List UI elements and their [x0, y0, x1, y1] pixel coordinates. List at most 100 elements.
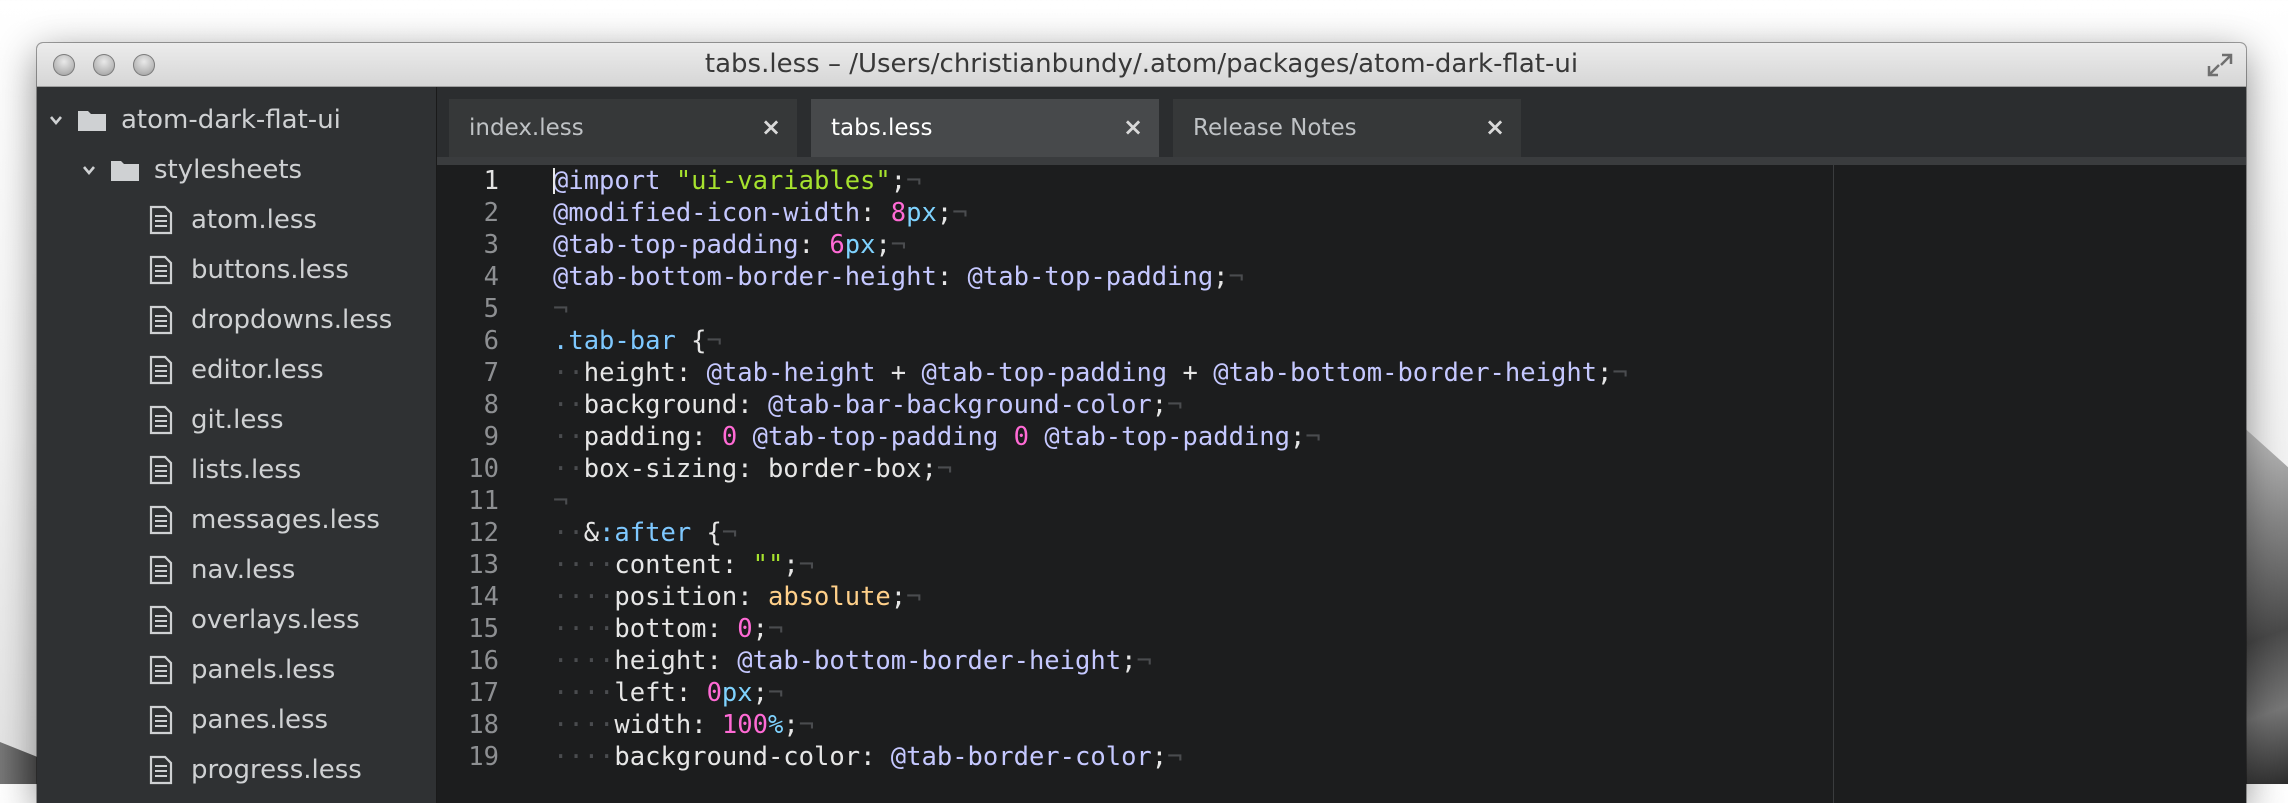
code-token: @modified-icon-width — [553, 198, 861, 228]
tab-label: Release Notes — [1193, 115, 1357, 141]
code-token: : — [860, 742, 891, 772]
code-token: ; — [890, 582, 907, 612]
text-editor[interactable]: 1 2 3 4 5 6 7 8 9 10 11 12 13 14 15 16 17 18 19 @import "u… — [437, 165, 2246, 803]
eol-marker: ¬ — [936, 454, 953, 484]
file-item[interactable]: editor.less — [37, 345, 436, 395]
eol-marker: ¬ — [1167, 390, 1183, 420]
subfolder-label: stylesheets — [154, 155, 303, 185]
code-token: ; — [783, 550, 799, 580]
eol-marker: ¬ — [890, 230, 907, 260]
folder-icon — [78, 111, 106, 131]
atom-editor-window: tabs.less – /Users/christianbundy/.atom/… — [37, 43, 2246, 803]
close-icon[interactable]: × — [761, 115, 781, 139]
code-line: ··padding: 0 @tab-top-padding 0 @tab-top… — [553, 421, 1321, 453]
code-line: ····position: absolute;¬ — [553, 581, 922, 613]
file-item[interactable]: panes.less — [37, 695, 436, 745]
code-token: : — [706, 646, 738, 676]
code-line: ¬ — [553, 485, 568, 517]
code-token: @tab-bottom-border-height — [1213, 358, 1598, 388]
eol-marker: ¬ — [952, 198, 968, 228]
code-token: ; — [752, 614, 768, 644]
line-number: 12 — [468, 518, 499, 548]
eol-marker: ¬ — [553, 486, 569, 516]
code-token: + — [875, 358, 922, 388]
line-number: 7 — [483, 358, 499, 388]
code-token: ; — [1151, 390, 1168, 420]
code-token: ·· — [553, 518, 584, 548]
file-item[interactable]: atom.less — [37, 195, 436, 245]
fullscreen-icon[interactable] — [2206, 52, 2234, 78]
code-token: width — [614, 710, 692, 740]
code-token: : — [691, 710, 722, 740]
code-token: height — [583, 358, 676, 388]
tab-index-less[interactable]: index.less × — [449, 99, 797, 157]
tree-subfolder[interactable]: stylesheets — [37, 145, 436, 195]
file-text-icon — [149, 505, 173, 535]
tab-tabs-less[interactable]: tabs.less × — [811, 99, 1159, 157]
code-area[interactable]: @import "ui-variables";¬ @modified-icon-w… — [553, 165, 2246, 803]
file-label: editor.less — [191, 355, 324, 385]
code-token: { — [675, 326, 707, 356]
file-item[interactable]: dropdowns.less — [37, 295, 436, 345]
file-item[interactable]: progress.less — [37, 745, 436, 795]
code-token: @tab-top-padding — [967, 262, 1214, 292]
file-text-icon — [149, 205, 173, 235]
file-text-icon — [149, 405, 173, 435]
code-line: @modified-icon-width: 8px;¬ — [553, 197, 968, 229]
code-token: @tab-top-padding — [1044, 422, 1290, 452]
code-token: 0 — [721, 422, 738, 452]
file-label: lists.less — [191, 455, 302, 485]
eol-marker: ¬ — [1136, 646, 1152, 676]
code-token: ; — [890, 166, 907, 196]
file-item[interactable]: nav.less — [37, 545, 436, 595]
file-item[interactable]: lists.less — [37, 445, 436, 495]
close-icon[interactable]: × — [1485, 115, 1505, 139]
code-token: ···· — [553, 710, 615, 740]
code-line: ····height: @tab-bottom-border-height;¬ — [553, 645, 1152, 677]
code-line: ··background: @tab-bar-background-color;… — [553, 389, 1183, 421]
code-token: 0 — [737, 614, 753, 644]
code-token: ; — [1213, 262, 1229, 292]
file-label: panels.less — [191, 655, 336, 685]
code-token: @tab-top-padding — [553, 230, 799, 260]
file-text-icon — [149, 605, 173, 635]
file-text-icon — [149, 255, 173, 285]
file-text-icon — [149, 305, 173, 335]
line-number: 13 — [468, 550, 499, 580]
code-line: .tab-bar {¬ — [553, 325, 722, 357]
code-token: : — [675, 678, 707, 708]
code-token: : — [721, 550, 753, 580]
eol-marker: ¬ — [906, 166, 922, 196]
window-title: tabs.less – /Users/christianbundy/.atom/… — [704, 49, 1579, 79]
file-label: atom.less — [191, 205, 317, 235]
line-number: 14 — [468, 582, 499, 612]
code-line: @tab-top-padding: 6px;¬ — [553, 229, 906, 261]
line-number: 8 — [483, 390, 499, 420]
file-label: overlays.less — [191, 605, 360, 635]
title-bar[interactable]: tabs.less – /Users/christianbundy/.atom/… — [37, 43, 2246, 87]
code-token: ; — [1289, 422, 1306, 452]
code-token: 6 — [829, 230, 845, 260]
tree-root-folder[interactable]: atom-dark-flat-ui — [37, 95, 436, 145]
eol-marker: ¬ — [706, 326, 722, 356]
line-number-gutter: 1 2 3 4 5 6 7 8 9 10 11 12 13 14 15 16 17 18 19 — [437, 165, 515, 803]
file-text-icon — [149, 655, 173, 685]
file-item[interactable]: overlays.less — [37, 595, 436, 645]
file-item[interactable]: messages.less — [37, 495, 436, 545]
file-item[interactable]: git.less — [37, 395, 436, 445]
chevron-down-icon[interactable] — [82, 163, 96, 177]
chevron-down-icon[interactable] — [49, 113, 63, 127]
code-token: : — [737, 582, 768, 612]
code-token: ; — [875, 230, 891, 260]
file-label: panes.less — [191, 705, 329, 735]
close-icon[interactable]: × — [1123, 115, 1143, 139]
file-item[interactable]: buttons.less — [37, 245, 436, 295]
code-token: 8 — [890, 198, 907, 228]
code-token: ···· — [553, 550, 615, 580]
file-item[interactable]: panels.less — [37, 645, 436, 695]
tab-release-notes[interactable]: Release Notes × — [1173, 99, 1521, 157]
code-line: ¬ — [553, 293, 568, 325]
tab-label: tabs.less — [831, 115, 933, 141]
folder-icon — [111, 161, 139, 181]
